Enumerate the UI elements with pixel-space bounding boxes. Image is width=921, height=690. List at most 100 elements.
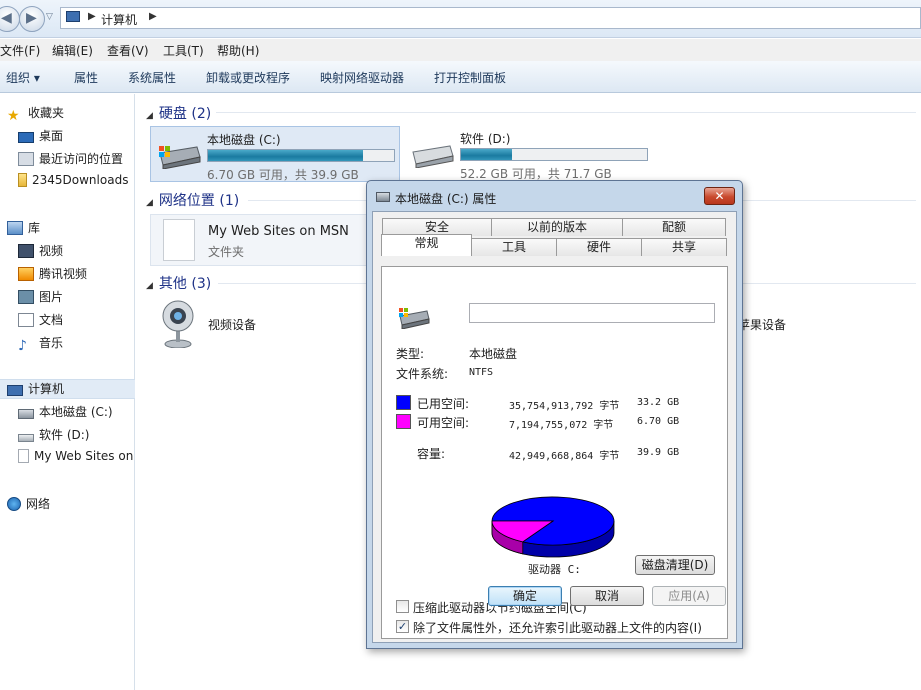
sidebar-label: 桌面 xyxy=(39,129,64,143)
back-button[interactable]: ◀ xyxy=(0,6,20,32)
sidebar-item-msn-sites[interactable]: My Web Sites on MSN xyxy=(18,449,135,469)
sidebar-item-downloads[interactable]: 2345Downloads xyxy=(18,173,135,193)
breadcrumb-computer[interactable]: 计算机 xyxy=(101,11,137,28)
sidebar-label: 视频 xyxy=(39,244,64,258)
filesystem-label: 文件系统: xyxy=(396,367,449,381)
group-title: 其他 (3) xyxy=(158,276,212,292)
disk-cleanup-button[interactable]: 磁盘清理(D) xyxy=(635,555,715,575)
capacity-gb: 39.9 GB xyxy=(637,447,680,458)
apple-device-label[interactable]: 苹果设备 xyxy=(738,316,786,333)
index-label[interactable]: 除了文件属性外，还允许索引此驱动器上文件的内容(I) xyxy=(413,619,702,636)
sidebar-item-recent[interactable]: 最近访问的位置 xyxy=(18,150,135,170)
drive-letter-label: 驱动器 C: xyxy=(528,563,581,576)
volume-label-input[interactable] xyxy=(469,303,715,323)
webcam-label[interactable]: 视频设备 xyxy=(208,316,256,333)
index-checkbox[interactable]: ✓ xyxy=(396,620,409,633)
type-value: 本地磁盘 xyxy=(469,347,518,361)
system-properties-button[interactable]: 系统属性 xyxy=(128,69,176,86)
drive-d-tile[interactable]: 软件 (D:) 52.2 GB 可用，共 71.7 GB xyxy=(404,126,664,182)
ok-button[interactable]: 确定 xyxy=(488,586,562,606)
sidebar-item-drive-d[interactable]: 软件 (D:) xyxy=(18,426,135,446)
group-other[interactable]: ◢ 其他 (3) xyxy=(146,273,211,293)
sidebar-label: 收藏夹 xyxy=(28,106,65,120)
divider xyxy=(394,435,714,436)
menu-view[interactable]: 查看(V) xyxy=(107,42,149,59)
history-dropdown-icon[interactable]: ▽ xyxy=(46,12,53,22)
sidebar-item-pictures[interactable]: 图片 xyxy=(18,288,135,308)
collapse-triangle-icon[interactable]: ◢ xyxy=(146,111,153,121)
menu-file[interactable]: 文件(F) xyxy=(0,42,40,59)
dialog-titlebar[interactable]: 本地磁盘 (C:) 属性 ✕ xyxy=(367,181,742,211)
free-space-label: 可用空间: xyxy=(417,416,470,430)
forward-button[interactable]: ▶ xyxy=(19,6,45,32)
group-hard-drives[interactable]: ◢ 硬盘 (2) xyxy=(146,103,211,123)
sidebar-label: 图片 xyxy=(39,290,64,304)
close-button[interactable]: ✕ xyxy=(704,187,735,205)
tab-quota[interactable]: 配额 xyxy=(622,218,726,236)
sidebar-label: 库 xyxy=(28,221,41,235)
divider xyxy=(394,335,714,336)
star-icon: ★ xyxy=(7,108,20,124)
sidebar-label: 软件 (D:) xyxy=(39,428,90,442)
sidebar-label: 音乐 xyxy=(39,336,64,350)
uninstall-program-button[interactable]: 卸载或更改程序 xyxy=(206,69,290,86)
tab-tools[interactable]: 工具 xyxy=(471,238,557,256)
sidebar-computer[interactable]: 计算机 xyxy=(0,379,135,399)
tab-general[interactable]: 常规 xyxy=(381,234,472,256)
menu-edit[interactable]: 编辑(E) xyxy=(52,42,93,59)
sidebar-label: 网络 xyxy=(26,497,51,511)
compress-checkbox[interactable] xyxy=(396,600,409,613)
sidebar-item-videos[interactable]: 视频 xyxy=(18,242,135,262)
menu-help[interactable]: 帮助(H) xyxy=(217,42,259,59)
collapse-triangle-icon[interactable]: ◢ xyxy=(146,281,153,291)
network-location-type: 文件夹 xyxy=(208,245,245,259)
chevron-right-icon[interactable]: ▶ xyxy=(88,11,96,22)
sidebar-item-music[interactable]: ♪ 音乐 xyxy=(18,334,135,354)
sidebar-label: My Web Sites on MSN xyxy=(34,449,135,463)
map-network-drive-button[interactable]: 映射网络驱动器 xyxy=(320,69,404,86)
free-space-swatch xyxy=(396,414,411,429)
used-space-gb: 33.2 GB xyxy=(637,397,680,408)
tab-hardware[interactable]: 硬件 xyxy=(556,238,642,256)
sidebar-item-tencent-video[interactable]: 腾讯视频 xyxy=(18,265,135,285)
cancel-button[interactable]: 取消 xyxy=(570,586,644,606)
address-field[interactable]: ▶ 计算机 ▶ xyxy=(60,7,921,29)
webcam-icon[interactable] xyxy=(162,300,194,348)
drive-usage-bar xyxy=(460,148,648,161)
apply-button[interactable]: 应用(A) xyxy=(652,586,726,606)
properties-button[interactable]: 属性 xyxy=(74,69,98,86)
command-bar: 组织 ▾ 属性 系统属性 卸载或更改程序 映射网络驱动器 打开控制面板 xyxy=(0,61,921,93)
open-control-panel-button[interactable]: 打开控制面板 xyxy=(434,69,506,86)
drive-name: 本地磁盘 (C:) xyxy=(207,133,281,147)
dialog-body: 安全 以前的版本 配额 常规 工具 硬件 共享 类型: 本地磁盘 文件系统: N… xyxy=(372,211,737,643)
general-tab-panel: 类型: 本地磁盘 文件系统: NTFS 已用空间: 35,754,913,792… xyxy=(381,266,728,639)
tab-previous-versions[interactable]: 以前的版本 xyxy=(491,218,623,236)
collapse-triangle-icon[interactable]: ◢ xyxy=(146,198,153,208)
drive-c-tile[interactable]: 本地磁盘 (C:) 6.70 GB 可用，共 39.9 GB xyxy=(150,126,400,182)
folder-icon xyxy=(18,173,27,187)
hard-drive-icon xyxy=(412,145,454,168)
sidebar-favorites[interactable]: ★ 收藏夹 xyxy=(7,104,135,124)
drive-usage-fill xyxy=(208,150,363,161)
network-icon xyxy=(7,497,21,511)
chevron-right-icon[interactable]: ▶ xyxy=(149,11,157,22)
drive-name: 软件 (D:) xyxy=(460,132,511,146)
group-network-locations[interactable]: ◢ 网络位置 (1) xyxy=(146,190,239,210)
used-space-swatch xyxy=(396,395,411,410)
sidebar-item-documents[interactable]: 文档 xyxy=(18,311,135,331)
sidebar-network[interactable]: 网络 xyxy=(7,495,135,515)
organize-button[interactable]: 组织 ▾ xyxy=(6,69,40,86)
sidebar-item-desktop[interactable]: 桌面 xyxy=(18,127,135,147)
menu-tools[interactable]: 工具(T) xyxy=(163,42,204,59)
folder-page-icon xyxy=(163,219,195,261)
video-library-icon xyxy=(18,244,34,258)
msn-web-sites-tile[interactable]: My Web Sites on MSN 文件夹 xyxy=(150,214,380,266)
sidebar-libraries[interactable]: 库 xyxy=(7,219,135,239)
tab-sharing[interactable]: 共享 xyxy=(641,238,727,256)
address-bar: ◀ ▶ ▽ ▶ 计算机 ▶ xyxy=(0,0,921,38)
capacity-label: 容量: xyxy=(417,447,446,461)
group-title: 网络位置 (1) xyxy=(158,193,240,209)
hard-drive-icon xyxy=(18,434,34,442)
library-icon xyxy=(7,221,23,235)
sidebar-item-drive-c[interactable]: 本地磁盘 (C:) xyxy=(18,403,135,423)
